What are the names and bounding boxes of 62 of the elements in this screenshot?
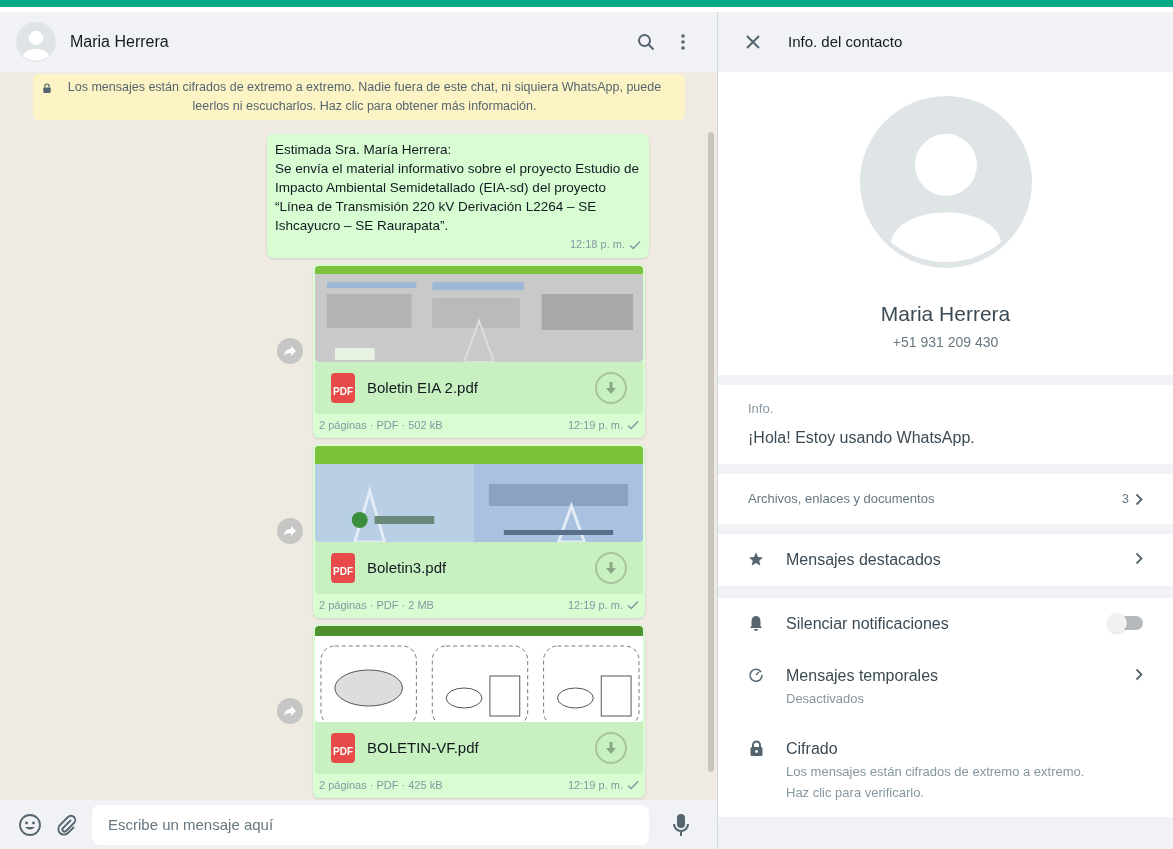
profile-name: Maria Herrera (880, 301, 1011, 327)
chevron-right-icon (1135, 492, 1143, 506)
option-subtitle: Los mensajes están cifrados de extremo a extremo. Haz clic para verificarlo. (786, 763, 1086, 802)
timer-icon (748, 667, 764, 683)
emoji-button[interactable] (18, 812, 42, 837)
forward-arrow-icon (283, 705, 297, 717)
pdf-file-icon: PDF (331, 373, 355, 403)
attach-button[interactable] (56, 813, 78, 836)
option-label: Mensajes temporales (786, 666, 940, 686)
contact-option[interactable]: Mensajes destacados (718, 534, 1173, 586)
download-button[interactable] (595, 732, 627, 764)
bell-icon (749, 615, 763, 631)
about-text: ¡Hola! Estoy usando WhatsApp. (748, 428, 976, 448)
file-name[interactable]: Boletin3.pdf (367, 556, 583, 580)
file-name[interactable]: Boletin EIA 2.pdf (367, 376, 583, 400)
message-text: Estimada Sra. María Herrera: Se envía el material informativo sobre el proyecto Estudio de Impacto Ambiental Semidetallado (EIA-sd) del proyecto “Línea de Transmisión 220 kV Derivación L2264 – SE Ishcayucro – SE Raurapata”. (275, 141, 640, 235)
download-button[interactable] (595, 372, 627, 404)
file-details: 2 páginas · PDF · 2 MB (319, 597, 434, 613)
option-subtitle: Desactivados (786, 690, 866, 708)
contact-name[interactable]: Maria Herrera (70, 30, 617, 54)
option-label: Mensajes destacados (786, 550, 942, 570)
download-arrow-icon (605, 741, 617, 755)
chevron-right-icon (1135, 552, 1143, 565)
microphone-button[interactable] (673, 812, 689, 837)
file-name[interactable]: BOLETIN-VF.pdf (367, 736, 583, 760)
star-icon (748, 551, 764, 567)
message-time: 12:19 p. m. (567, 597, 623, 613)
notice-text: Los mensajes están cifrados de extremo a extremo. Nadie fuera de este chat, ni siquiera WhatsApp, puede leerlos ni escucharlos. Haz clic para obtener más información. (66, 79, 663, 115)
media-label: Archivos, enlaces y documentos (748, 490, 936, 509)
pdf-file-icon: PDF (331, 733, 355, 763)
message-time: 12:19 p. m. (567, 777, 623, 793)
file-details: 2 páginas · PDF · 425 kB (319, 777, 443, 793)
encryption-notice[interactable]: Los mensajes están cifrados de extremo a extremo. Nadie fuera de este chat, ni siquiera WhatsApp, puede leerlos ni escucharlos. Haz clic para obtener más información. (32, 74, 685, 120)
forward-button[interactable] (277, 518, 303, 544)
pdf-file-icon: PDF (331, 553, 355, 583)
menu-icon (681, 34, 685, 50)
download-arrow-icon (605, 561, 617, 575)
media-count: 3 (1121, 490, 1129, 509)
option-label: Silenciar notificaciones (786, 614, 950, 634)
scrollbar[interactable] (708, 132, 714, 772)
search-icon (637, 33, 655, 51)
panel-title: Info. del contacto (788, 31, 903, 52)
media-row[interactable]: Archivos, enlaces y documentos 3 (718, 474, 1173, 524)
forward-arrow-icon (283, 345, 297, 357)
lock-icon (42, 83, 51, 93)
forward-button[interactable] (277, 338, 303, 364)
message-time: 12:19 p. m. (567, 417, 623, 433)
chevron-right-icon (1135, 668, 1143, 681)
forward-button[interactable] (277, 698, 303, 724)
option-label: Cifrado (786, 739, 839, 759)
close-button[interactable] (746, 35, 760, 49)
file-details: 2 páginas · PDF · 502 kB (319, 417, 443, 433)
lock-icon (749, 740, 763, 756)
forward-arrow-icon (283, 525, 297, 537)
download-arrow-icon (605, 381, 617, 395)
toggle-switch[interactable] (1109, 616, 1143, 630)
profile-phone: +51 931 209 430 (892, 332, 999, 352)
about-label: Info. (748, 399, 775, 418)
message-time: 12:18 p. m. (569, 237, 625, 252)
message-input[interactable]: Escribe un mensaje aquí (92, 804, 649, 845)
download-button[interactable] (595, 552, 627, 584)
avatar-icon (16, 22, 56, 62)
